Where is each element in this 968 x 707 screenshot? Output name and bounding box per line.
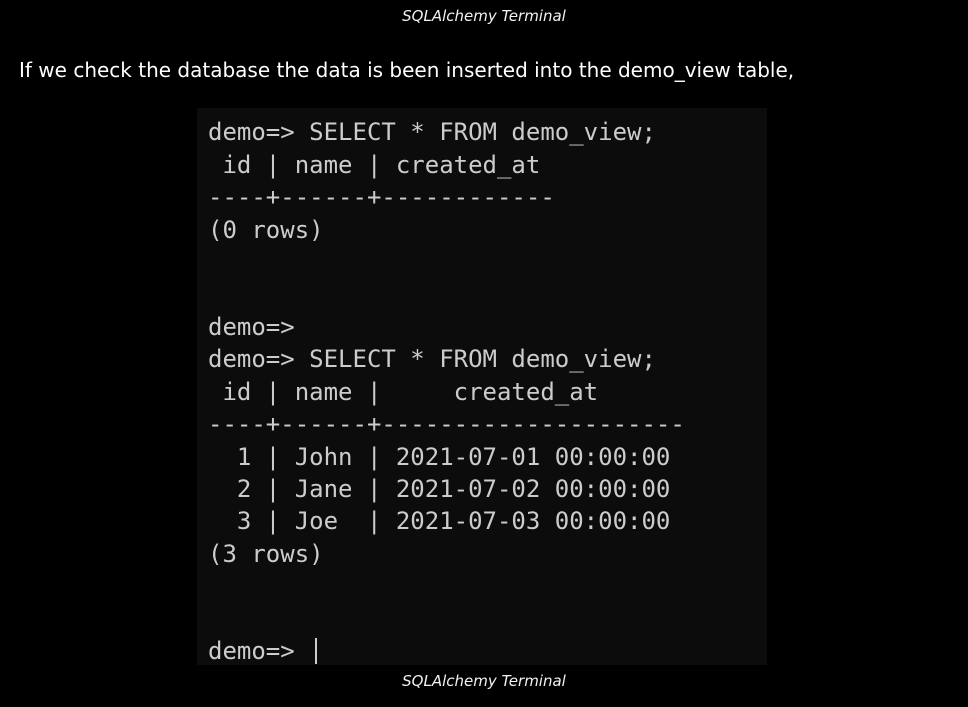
terminal-line-header-1: id | name | created_at — [208, 151, 541, 179]
figure-caption-top: SQLAlchemy Terminal — [402, 7, 566, 25]
terminal-line-query-2: demo=> SELECT * FROM demo_view; — [208, 345, 656, 373]
terminal-line-active-prompt[interactable]: demo=> — [208, 635, 318, 665]
terminal-line-row-1: 1 | John | 2021-07-01 00:00:00 — [208, 443, 671, 471]
terminal-line-separator-1: ----+------+------------ — [208, 183, 555, 211]
terminal-line-rowcount-2: (3 rows) — [208, 540, 324, 568]
terminal-line-separator-2: ----+------+--------------------- — [208, 410, 685, 438]
text-cursor — [315, 638, 318, 664]
terminal-line-rowcount-1: (0 rows) — [208, 216, 324, 244]
terminal-line-header-2: id | name | created_at — [208, 378, 599, 406]
terminal-line-row-2: 2 | Jane | 2021-07-02 00:00:00 — [208, 475, 671, 503]
terminal-line-prompt: demo=> — [208, 313, 295, 341]
terminal-window[interactable]: demo=> SELECT * FROM demo_view; id | nam… — [197, 108, 767, 665]
active-prompt-text: demo=> — [208, 637, 310, 665]
body-paragraph: If we check the database the data is bee… — [19, 58, 795, 82]
terminal-line-query-1: demo=> SELECT * FROM demo_view; — [208, 118, 656, 146]
terminal-line-row-3: 3 | Joe | 2021-07-03 00:00:00 — [208, 507, 671, 535]
figure-caption-bottom: SQLAlchemy Terminal — [402, 672, 566, 690]
